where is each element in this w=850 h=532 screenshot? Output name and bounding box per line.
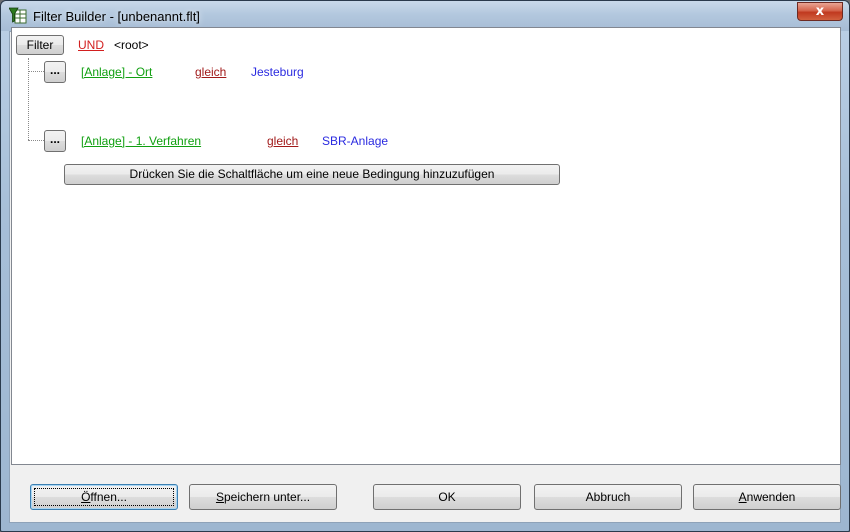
filter-root-button[interactable]: Filter (16, 35, 64, 55)
tree-connector-horizontal (28, 71, 44, 72)
open-button[interactable]: Öffnen... (30, 484, 178, 510)
filter-builder-window: Filter Builder - [unbenannt.flt] x Filte… (0, 0, 850, 532)
window-title: Filter Builder - [unbenannt.flt] (33, 9, 200, 24)
condition-comparison-link[interactable]: gleich (195, 65, 226, 79)
save-as-button[interactable]: Speichern unter... (189, 484, 337, 510)
apply-button[interactable]: Anwenden (693, 484, 841, 510)
root-operator-link[interactable]: UND (78, 38, 104, 52)
ok-button-label: OK (438, 490, 456, 504)
condition-menu-button[interactable]: ... (44, 61, 66, 83)
apply-button-label: Anwenden (738, 490, 796, 504)
cancel-button-label: Abbruch (585, 490, 631, 504)
ok-button[interactable]: OK (373, 484, 521, 510)
condition-field-link[interactable]: [Anlage] - Ort (81, 65, 152, 79)
filter-tree-panel[interactable]: Filter UND <root> ... [Anlage] - Ort gle… (11, 27, 841, 465)
condition-menu-button[interactable]: ... (44, 130, 66, 152)
save-as-button-label: Speichern unter... (215, 490, 311, 504)
condition-comparison-link[interactable]: gleich (267, 134, 298, 148)
focus-indicator (34, 488, 174, 506)
add-condition-button[interactable]: Drücken Sie die Schaltfläche um eine neu… (64, 164, 560, 185)
filter-table-icon (8, 7, 27, 25)
cancel-button[interactable]: Abbruch (534, 484, 682, 510)
condition-value[interactable]: SBR-Anlage (322, 134, 388, 148)
condition-value[interactable]: Jesteburg (251, 65, 304, 79)
close-icon: x (815, 4, 825, 19)
tree-connector-horizontal (28, 140, 44, 141)
close-button[interactable]: x (797, 2, 843, 21)
condition-field-link[interactable]: [Anlage] - 1. Verfahren (81, 134, 201, 148)
root-node-label: <root> (114, 38, 149, 52)
